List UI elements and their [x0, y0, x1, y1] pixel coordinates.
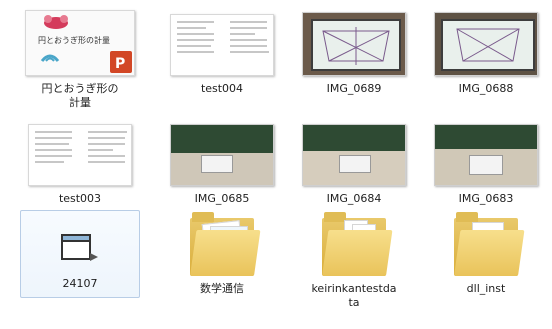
photo-icon	[302, 12, 406, 76]
file-item-img0688[interactable]: IMG_0688	[424, 6, 548, 114]
file-item-test004[interactable]: test004	[160, 6, 284, 114]
file-label: 数学通信	[200, 282, 244, 295]
folder-icon	[454, 212, 525, 278]
file-label: 円とおうぎ形の	[41, 82, 119, 95]
file-item-24107[interactable]: 24107	[20, 210, 140, 298]
file-explorer-view: { "files": [ {"name": "円とおうぎ形の計量", "labe…	[0, 0, 552, 329]
file-item-img0689[interactable]: IMG_0689	[292, 6, 416, 114]
ppt-thumb-title: 円とおうぎ形の計量	[38, 35, 110, 45]
file-label: IMG_0685	[194, 192, 250, 205]
file-item-keirinkan-folder[interactable]: keirinkantestda ta	[292, 210, 416, 329]
file-label: 24107	[62, 277, 98, 290]
file-label: keirinkantestda	[311, 282, 397, 295]
file-label-line2: ta	[348, 296, 360, 309]
file-item-img0684[interactable]: IMG_0684	[292, 116, 416, 206]
file-item-math-folder[interactable]: 数学通信	[160, 210, 284, 329]
application-icon	[60, 231, 100, 265]
photo-icon	[434, 12, 538, 76]
file-label: IMG_0683	[458, 192, 514, 205]
document-icon	[170, 14, 274, 76]
svg-text:P: P	[115, 56, 125, 72]
file-item-ppt[interactable]: 円とおうぎ形の計量 P 円とおうぎ形の 計量	[18, 6, 142, 114]
folder-icon	[322, 212, 393, 278]
file-label: dll_inst	[466, 282, 506, 295]
file-item-dll-inst-folder[interactable]: dll_inst	[424, 210, 548, 329]
photo-icon	[302, 124, 406, 186]
document-icon	[28, 124, 132, 186]
file-label: IMG_0689	[326, 82, 382, 95]
photo-icon	[434, 124, 538, 186]
file-label: IMG_0688	[458, 82, 514, 95]
file-item-test003[interactable]: test003	[18, 116, 142, 206]
file-label-line2: 計量	[69, 96, 91, 109]
file-item-img0685[interactable]: IMG_0685	[160, 116, 284, 206]
powerpoint-icon: 円とおうぎ形の計量 P	[25, 10, 135, 76]
file-label: IMG_0684	[326, 192, 382, 205]
file-item-img0683[interactable]: IMG_0683	[424, 116, 548, 206]
folder-icon	[190, 212, 261, 278]
file-label: test004	[200, 82, 244, 95]
file-label: test003	[58, 192, 102, 205]
photo-icon	[170, 124, 274, 186]
